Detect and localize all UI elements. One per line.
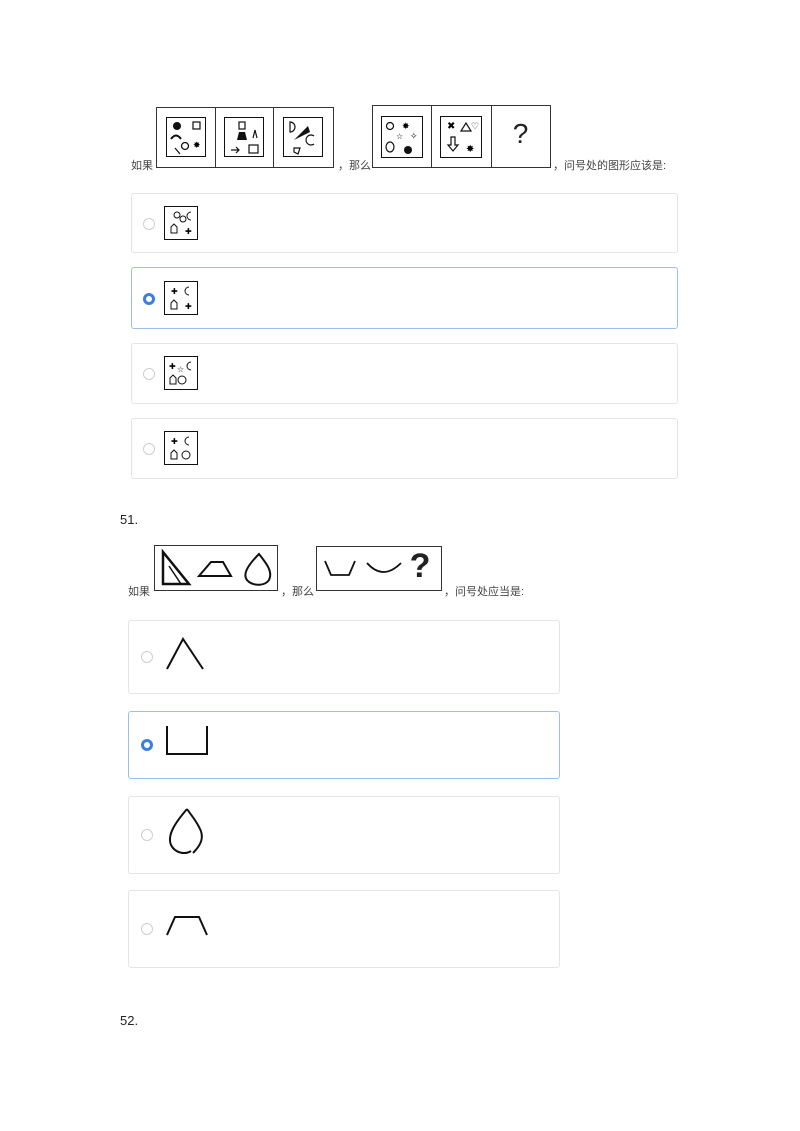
q50-option-1-radio[interactable]	[143, 218, 155, 230]
q50-given-4-symbols: ✸ ☆ ✧	[385, 121, 418, 154]
q50-given-1: ✸	[157, 108, 216, 167]
q51-option-2-shape	[166, 726, 208, 755]
q50-middle: ，那么	[338, 160, 371, 172]
q50-option-3[interactable]: ✚ ☆	[131, 343, 678, 404]
q50-option-4[interactable]: ✚	[131, 418, 678, 479]
q50-given-5: ✖ ♡ ✸	[431, 106, 492, 167]
q51-option-1[interactable]	[128, 620, 560, 694]
q51-option-4-radio[interactable]	[141, 923, 153, 935]
svg-text:✚: ✚	[171, 437, 178, 446]
q51-given-figures	[154, 545, 278, 591]
q50-option-2[interactable]: ✚ ✚	[131, 267, 678, 329]
q51-suffix: ，问号处应当是:	[444, 586, 525, 598]
q51-question-mark: ?	[409, 547, 431, 585]
q50-option-4-symbols: ✚	[170, 436, 191, 460]
q51-prefix: 如果	[128, 586, 150, 598]
svg-text:✖: ✖	[447, 121, 455, 132]
svg-text:✸: ✸	[402, 122, 410, 132]
svg-text:☆: ☆	[396, 132, 403, 141]
q52-number: 52.	[120, 1013, 139, 1028]
q50-given-2-symbols	[231, 121, 259, 154]
q50-option-3-figure: ✚ ☆	[164, 356, 198, 390]
q50-option-1-figure: ✚	[164, 206, 198, 240]
q50-option-4-figure: ✚	[164, 431, 198, 465]
svg-text:✚: ✚	[171, 287, 178, 296]
q51-option-4[interactable]	[128, 890, 560, 968]
svg-text:✧: ✧	[410, 132, 418, 142]
q51-option-1-radio[interactable]	[141, 651, 153, 663]
svg-text:✚: ✚	[185, 227, 192, 236]
q51-option-2-radio-selected[interactable]	[141, 739, 153, 751]
q50-answer-figures: ✸ ☆ ✧ ✖ ♡ ✸ ?	[372, 105, 551, 168]
q51-answer-figures: ?	[316, 546, 442, 591]
q50-given-1-symbols: ✸	[170, 121, 201, 155]
q50-suffix: ，问号处的图形应该是:	[553, 160, 667, 172]
q51-option-2[interactable]	[128, 711, 560, 779]
q51-option-4-shape	[166, 916, 208, 936]
q50-given-4: ✸ ☆ ✧	[373, 106, 432, 167]
svg-text:♡: ♡	[471, 122, 479, 132]
q50-question-mark: ?	[512, 118, 529, 149]
q50-option-1[interactable]: ✚	[131, 193, 678, 253]
svg-text:✸: ✸	[193, 141, 201, 151]
q51-option-3-shape	[169, 808, 203, 854]
q51-middle: ，那么	[281, 586, 314, 598]
q51-given-shapes	[161, 548, 272, 586]
svg-text:☆: ☆	[177, 365, 184, 374]
q50-given-5-symbols: ✖ ♡ ✸	[446, 121, 479, 155]
q50-option-2-symbols: ✚ ✚	[170, 286, 192, 311]
q50-prefix: 如果	[131, 160, 153, 172]
q50-option-1-symbols: ✚	[170, 211, 192, 236]
q50-question-cell: ?	[491, 106, 550, 167]
q50-option-4-radio[interactable]	[143, 443, 155, 455]
q50-option-2-radio-selected[interactable]	[143, 293, 155, 305]
q50-option-3-radio[interactable]	[143, 368, 155, 380]
svg-text:✚: ✚	[185, 302, 192, 311]
q50-given-figures: ✸	[156, 107, 334, 168]
svg-text:✚: ✚	[169, 362, 176, 371]
q50-given-3-symbols	[289, 121, 315, 155]
svg-text:✸: ✸	[466, 144, 474, 155]
q51-option-1-shape	[166, 637, 204, 670]
q50-given-2	[215, 108, 274, 167]
q50-given-3	[273, 108, 333, 167]
q51-number: 51.	[120, 512, 139, 527]
q51-option-3-radio[interactable]	[141, 829, 153, 841]
q51-option-3[interactable]	[128, 796, 560, 874]
q50-option-3-symbols: ✚ ☆	[169, 361, 192, 385]
q50-option-2-figure: ✚ ✚	[164, 281, 198, 315]
